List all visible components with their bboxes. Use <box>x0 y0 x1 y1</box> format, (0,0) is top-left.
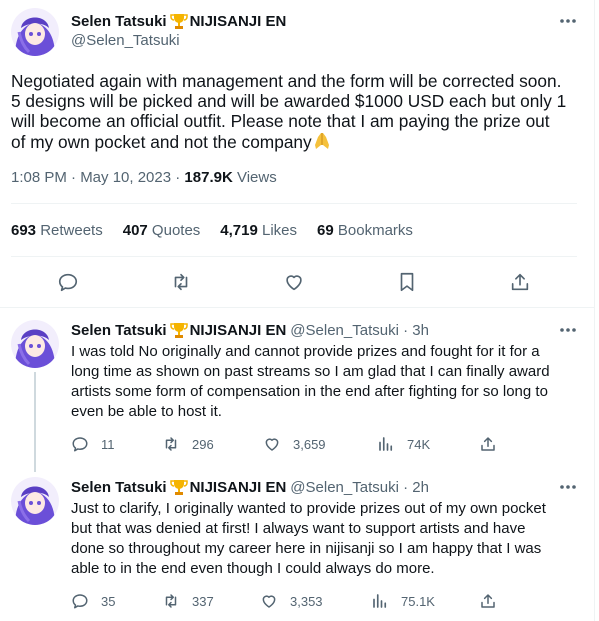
quotes-stat[interactable]: 407 Quotes <box>123 222 201 239</box>
reply-count: 35 <box>101 593 116 609</box>
bookmarks-count: 69 <box>317 222 334 239</box>
share-icon <box>481 437 495 451</box>
heart-icon[interactable] <box>283 271 305 293</box>
bookmark-icon[interactable] <box>396 271 418 293</box>
share-button[interactable] <box>479 435 509 453</box>
folded-hands-icon <box>312 131 332 151</box>
display-name: Selen Tatsuki <box>71 478 167 496</box>
more-horizontal-icon[interactable] <box>558 11 578 31</box>
tweet-body: Negotiated again with management and the… <box>11 71 567 152</box>
retweets-count: 693 <box>11 222 37 239</box>
trophy-icon <box>169 478 188 496</box>
views-button[interactable]: 75.1K <box>371 592 435 610</box>
reply-button[interactable]: 35 <box>71 592 115 610</box>
retweet-icon <box>165 437 177 451</box>
tweet-time[interactable]: 1:08 PM · May 10, 2023 · <box>11 169 184 186</box>
share-icon[interactable] <box>509 271 531 293</box>
reply-icon <box>72 594 88 609</box>
author-avatar[interactable] <box>11 8 59 56</box>
likes-count: 4,719 <box>220 222 258 239</box>
views-button[interactable]: 74K <box>377 435 430 453</box>
retweet-count: 337 <box>192 593 214 609</box>
thread-connector <box>34 372 36 472</box>
reply-text: Just to clarify, I originally wanted to … <box>71 500 546 577</box>
heart-icon <box>262 595 276 608</box>
views-count: 74K <box>407 436 431 452</box>
bookmarks-label: Bookmarks <box>333 222 413 239</box>
reply-icon[interactable] <box>57 271 79 293</box>
retweet-button[interactable]: 296 <box>162 435 214 453</box>
like-count: 3,353 <box>290 593 323 609</box>
more-horizontal-icon[interactable] <box>558 477 578 497</box>
trophy-icon <box>169 12 188 30</box>
tweet-thread-panel: Selen Tatsuki NIJISANJI EN @Selen_Tatsuk… <box>0 0 595 621</box>
author-name[interactable]: Selen Tatsuki NIJISANJI EN <box>71 12 286 30</box>
name-suffix: NIJISANJI EN <box>189 478 287 496</box>
like-count: 3,659 <box>293 436 326 452</box>
divider <box>11 256 577 257</box>
reply-count: 11 <box>101 436 115 452</box>
tweet-text: Negotiated again with management and the… <box>11 71 583 152</box>
quotes-count: 407 <box>122 222 148 239</box>
display-name: Selen Tatsuki <box>71 321 167 339</box>
divider <box>11 203 577 204</box>
reply-author-name[interactable]: Selen Tatsuki NIJISANJI EN @Selen_Tatsuk… <box>71 478 429 496</box>
retweets-stat[interactable]: 693 Retweets <box>11 222 103 239</box>
share-icon <box>481 594 495 608</box>
reply-text: I was told No originally and cannot prov… <box>71 343 550 420</box>
views-icon <box>373 594 387 608</box>
bookmarks-stat[interactable]: 69 Bookmarks <box>317 222 413 239</box>
name-suffix: NIJISANJI EN <box>189 321 287 339</box>
likes-stat[interactable]: 4,719 Likes <box>220 222 297 239</box>
retweet-count: 296 <box>192 436 214 452</box>
views-count: 187.9K <box>184 169 233 186</box>
like-button[interactable]: 3,353 <box>260 592 323 610</box>
quotes-label: Quotes <box>147 222 201 239</box>
like-button[interactable]: 3,659 <box>263 435 326 453</box>
reply-handle-time[interactable]: @Selen_Tatsuki · 3h <box>290 322 429 339</box>
reply-avatar[interactable] <box>11 477 59 525</box>
author-handle[interactable]: @Selen_Tatsuki <box>71 32 180 49</box>
likes-label: Likes <box>257 222 298 239</box>
views-icon <box>379 437 393 451</box>
divider <box>0 307 595 308</box>
reply-button[interactable]: 11 <box>71 435 115 453</box>
trophy-icon <box>169 321 188 339</box>
retweet-icon <box>165 594 177 608</box>
views-count: 75.1K <box>401 593 435 609</box>
views-label: Views <box>232 169 277 186</box>
more-horizontal-icon[interactable] <box>558 320 578 340</box>
name-suffix: NIJISANJI EN <box>189 12 287 30</box>
display-name: Selen Tatsuki <box>71 12 167 30</box>
tweet-stats: 693 Retweets 407 Quotes 4,719 Likes 69 B… <box>11 222 433 239</box>
retweet-icon[interactable] <box>170 271 192 293</box>
reply-avatar[interactable] <box>11 320 59 368</box>
reply-author-name[interactable]: Selen Tatsuki NIJISANJI EN @Selen_Tatsuk… <box>71 321 429 339</box>
retweet-button[interactable]: 337 <box>162 592 214 610</box>
heart-icon <box>265 438 279 451</box>
retweets-label: Retweets <box>36 222 103 239</box>
share-button[interactable] <box>479 592 509 610</box>
reply-icon <box>72 437 88 452</box>
reply-handle-time[interactable]: @Selen_Tatsuki · 2h <box>290 479 429 496</box>
tweet-meta: 1:08 PM · May 10, 2023 · 187.9K Views <box>11 169 277 186</box>
